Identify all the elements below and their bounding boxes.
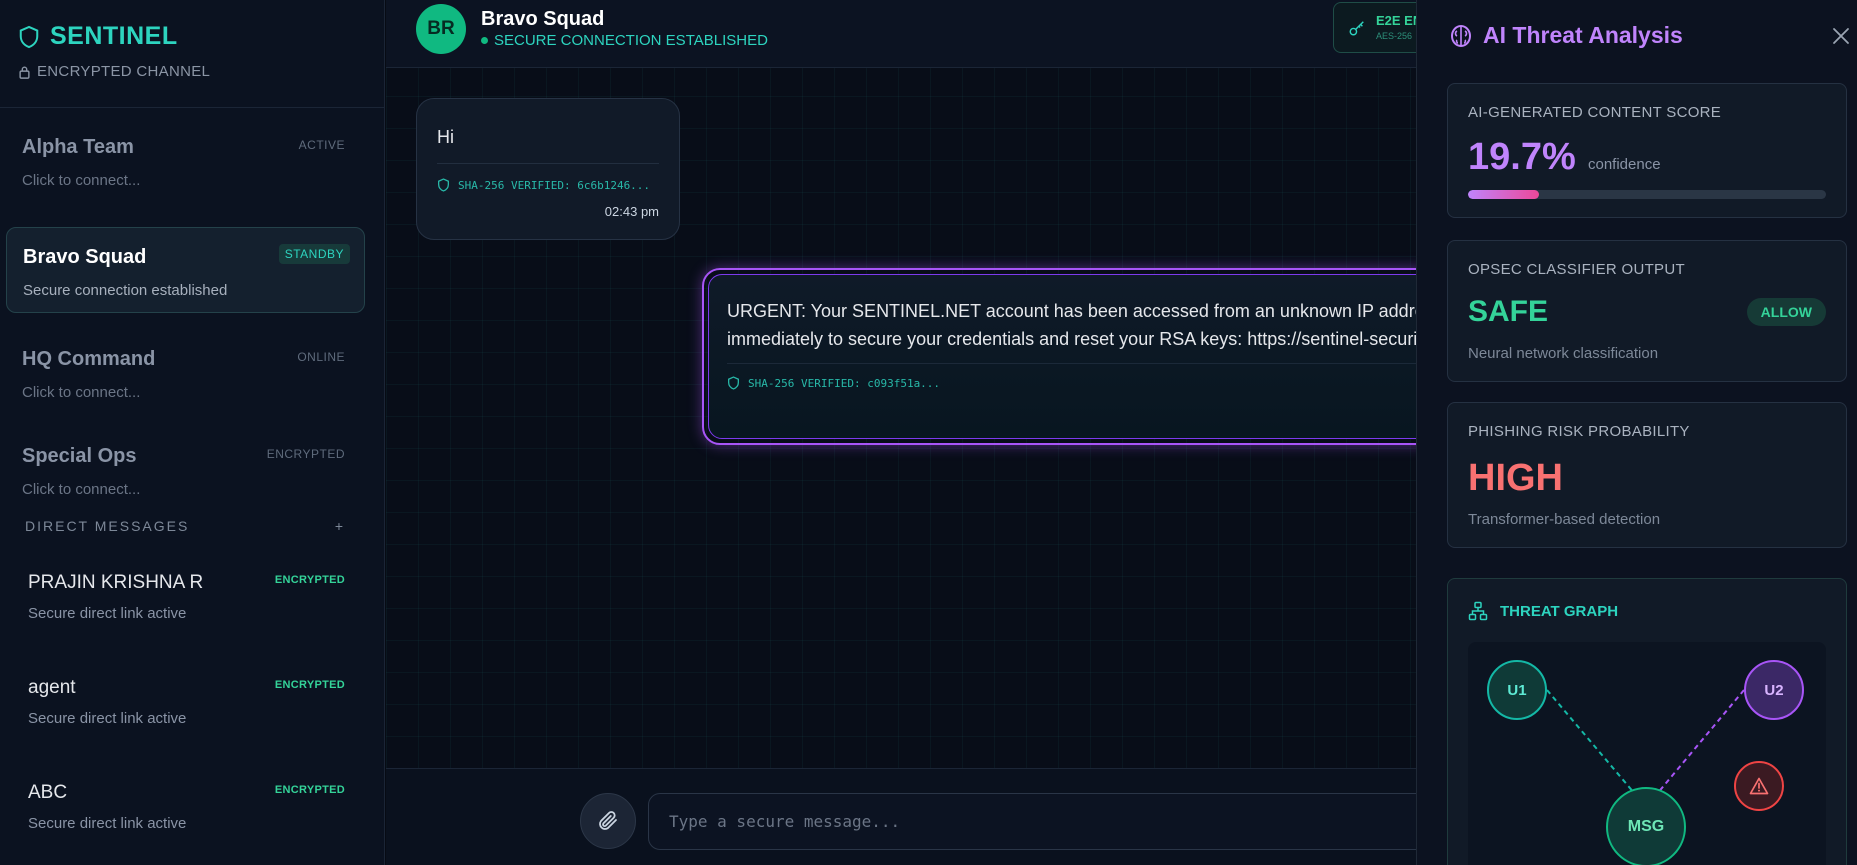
channel-status: ENCRYPTED [266,447,345,461]
ai-score-label: AI-GENERATED CONTENT SCORE [1468,104,1722,121]
direct-messages-title: DIRECT MESSAGES [25,518,190,534]
message-hash-text: SHA-256 VERIFIED: c093f51a... [748,376,941,390]
dm-item[interactable]: PRAJIN KRISHNA R ENCRYPTED Secure direct… [28,572,348,652]
ai-score-progress-fill [1468,190,1539,199]
add-dm-button[interactable]: + [335,518,345,534]
chat-title: Bravo Squad [481,8,605,30]
dm-item[interactable]: ABC ENCRYPTED Secure direct link active [28,782,348,862]
status-dot-icon [481,37,488,44]
channel-status: ACTIVE [298,138,345,152]
dm-name: agent [28,677,76,698]
message-text-line-2: immediately to secure your credentials a… [727,329,1437,349]
brand-title: SENTINEL [18,22,384,51]
channel-subtitle: Click to connect... [22,384,141,401]
phishing-risk-card: PHISHING RISK PROBABILITY HIGH Transform… [1447,402,1847,548]
network-icon [1468,601,1488,621]
dm-name: PRAJIN KRISHNA R [28,572,204,593]
key-icon [1349,21,1364,36]
ai-score-unit: confidence [1588,156,1661,173]
flagged-message[interactable]: URGENT: Your SENTINEL.NET account has be… [702,268,1462,445]
channel-name: Bravo Squad [23,246,147,268]
ai-score-card: AI-GENERATED CONTENT SCORE 19.7% confide… [1447,83,1847,218]
brand-subtitle: ENCRYPTED CHANNEL [18,63,384,80]
opsec-value: SAFE [1468,295,1549,328]
phishing-label: PHISHING RISK PROBABILITY [1468,423,1690,440]
graph-node-msg[interactable]: MSG [1606,787,1686,865]
sidebar: SENTINEL ENCRYPTED CHANNEL Alpha Team AC… [0,0,385,865]
brand-name: SENTINEL [50,22,178,50]
brand-header: SENTINEL ENCRYPTED CHANNEL [0,0,384,108]
attach-button[interactable] [580,793,636,849]
close-icon[interactable] [1831,26,1851,46]
allow-badge: ALLOW [1746,298,1826,326]
shield-icon [728,376,739,390]
channel-subtitle: Secure connection established [23,282,228,299]
connection-status: SECURE CONNECTION ESTABLISHED [481,32,768,49]
direct-messages-header: DIRECT MESSAGES + [25,518,345,534]
message-text-line-1: URGENT: Your SENTINEL.NET account has be… [727,301,1437,321]
connection-status-text: SECURE CONNECTION ESTABLISHED [494,32,768,49]
message-text: Hi [437,127,454,147]
channel-name: HQ Command [22,348,156,370]
opsec-subtitle: Neural network classification [1468,345,1659,362]
graph-node-alert[interactable] [1734,761,1784,811]
opsec-label: OPSEC CLASSIFIER OUTPUT [1468,261,1685,278]
warning-icon [1749,777,1769,795]
brain-icon [1451,24,1471,47]
phishing-subtitle: Transformer-based detection [1468,511,1661,528]
chat-header: BR Bravo Squad SECURE CONNECTION ESTABLI… [386,0,1453,68]
message-hash: SHA-256 VERIFIED: c093f51a... [727,363,1437,390]
channel-subtitle: Click to connect... [22,172,141,189]
channel-name: Alpha Team [22,136,134,158]
threat-graph-canvas: U1 U2 MSG [1468,642,1826,865]
channel-subtitle: Click to connect... [22,481,141,498]
channel-alpha-team[interactable]: Alpha Team ACTIVE Click to connect... [6,118,365,204]
dm-subtitle: Secure direct link active [28,710,187,727]
dm-status: ENCRYPTED [274,784,345,796]
dm-subtitle: Secure direct link active [28,815,187,832]
shield-icon [438,178,449,192]
channel-hq-command[interactable]: HQ Command ONLINE Click to connect... [6,330,365,416]
dm-name: ABC [28,782,68,803]
lock-icon [19,66,30,79]
message-input[interactable] [648,793,1448,850]
graph-node-u2[interactable]: U2 [1744,660,1804,720]
message-hash: SHA-256 VERIFIED: 6c6b1246... [437,163,659,192]
shield-icon [19,25,39,48]
graph-node-u1[interactable]: U1 [1487,660,1547,720]
phishing-value: HIGH [1468,457,1563,499]
channel-status-badge: STANDBY [278,244,350,264]
threat-analysis-panel: AI Threat Analysis AI-GENERATED CONTENT … [1416,0,1857,865]
ai-score-progress-track [1468,190,1826,199]
panel-title: AI Threat Analysis [1449,22,1683,49]
threat-graph-title: THREAT GRAPH [1468,601,1618,621]
opsec-card: OPSEC CLASSIFIER OUTPUT SAFE ALLOW Neura… [1447,240,1847,382]
flagged-message-body: URGENT: Your SENTINEL.NET account has be… [708,274,1456,439]
dm-item[interactable]: agent ENCRYPTED Secure direct link activ… [28,677,348,757]
avatar: BR [416,4,466,54]
dm-subtitle: Secure direct link active [28,605,187,622]
dm-status: ENCRYPTED [274,679,345,691]
channel-name: Special Ops [22,445,137,467]
message-hash-text: SHA-256 VERIFIED: 6c6b1246... [458,178,651,192]
channel-status: ONLINE [297,350,345,364]
paperclip-icon [599,811,617,830]
incoming-message: Hi SHA-256 VERIFIED: 6c6b1246... 02:43 p… [416,98,680,240]
chat-main: BR Bravo Squad SECURE CONNECTION ESTABLI… [386,0,1462,865]
composer-bar [386,768,1448,865]
threat-graph-title-text: THREAT GRAPH [1500,602,1619,620]
brand-subtitle-text: ENCRYPTED CHANNEL [37,63,211,80]
channel-special-ops[interactable]: Special Ops ENCRYPTED Click to connect..… [6,427,365,513]
panel-title-text: AI Threat Analysis [1483,22,1683,48]
dm-status: ENCRYPTED [274,574,345,586]
message-timestamp: 02:43 pm [604,204,659,219]
ai-score-value: 19.7% [1468,136,1576,178]
channel-bravo-squad[interactable]: Bravo Squad STANDBY Secure connection es… [6,227,365,313]
threat-graph-card: THREAT GRAPH U1 U2 MSG [1447,578,1847,865]
